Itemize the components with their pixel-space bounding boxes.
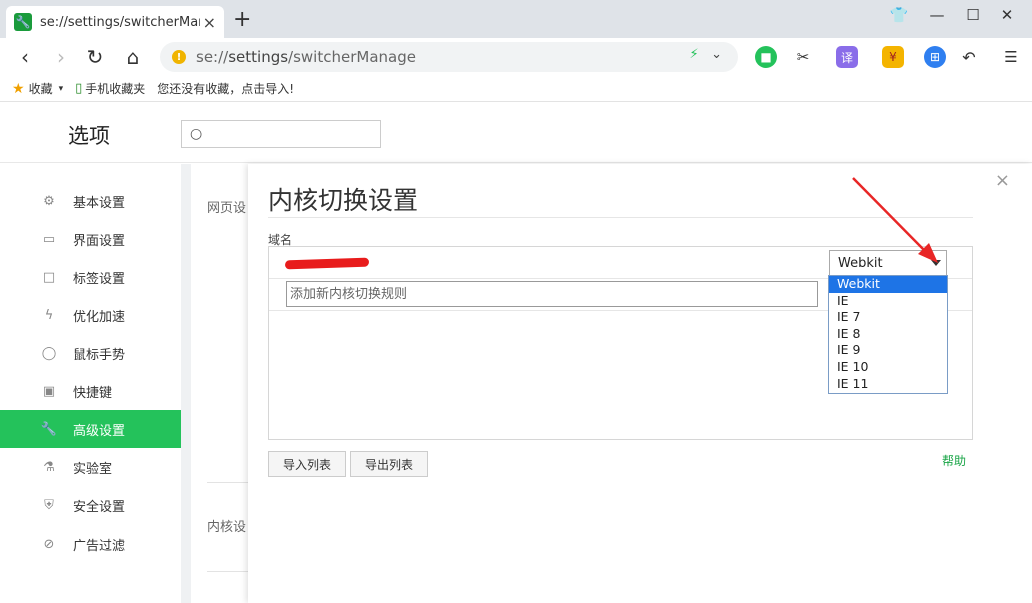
wrench-favicon-icon: 🔧 [14,13,32,31]
apps-grid-icon[interactable]: ⊞ [924,46,946,68]
mouse-icon: ◯ [41,345,57,361]
browser-tab[interactable]: 🔧 se://settings/switcherManage × [6,6,224,38]
sidebar-item-advanced[interactable]: 🔧 高级设置 [0,410,181,448]
new-tab-button[interactable]: + [233,9,251,31]
page-title: 选项 [68,124,110,148]
title-divider [268,217,973,218]
divider [207,571,252,572]
sidebar-item-shortcuts[interactable]: ▣ 快捷键 [0,372,181,410]
lightning-icon: ϟ [44,307,54,323]
sidebar-item-tabs[interactable]: □ 标签设置 [0,258,181,296]
address-bar[interactable]: ! se://settings/switcherManage ⚡ ⌄ [160,42,738,72]
flask-icon: ⚗ [43,459,55,475]
undo-icon[interactable]: ↶ [958,46,980,68]
engine-dropdown-list: Webkit IE IE 7 IE 8 IE 9 IE 10 IE 11 [828,275,948,394]
engine-option[interactable]: IE [829,293,947,310]
star-icon: ★ [12,80,25,97]
search-input[interactable]: ○ [181,120,381,148]
caret-down-icon [931,260,941,266]
tab-close-icon[interactable]: × [203,13,216,32]
keyboard-icon: ▣ [42,383,56,399]
engine-option[interactable]: Webkit [829,276,947,293]
translate-icon[interactable]: 译 [836,46,858,68]
kernel-switch-dialog: × 内核切换设置 域名 Webkit Webkit IE IE 7 IE 8 I… [248,164,1032,603]
engine-option[interactable]: IE 10 [829,359,947,376]
content-gutter [181,164,191,603]
toolbar: ‹ › ↻ ⌂ ! se://settings/switcherManage ⚡… [0,38,1032,76]
tab-strip: 🔧 se://settings/switcherManage × + 👕 — ☐… [0,0,1032,38]
menu-icon[interactable]: ☰ [1000,46,1022,68]
extension-green-icon[interactable]: ■ [755,46,777,68]
engine-option[interactable]: IE 7 [829,309,947,326]
forward-button[interactable]: › [48,44,74,70]
url-text[interactable]: se://settings/switcherManage [196,48,416,66]
export-list-button[interactable]: 导出列表 [350,451,428,477]
engine-option[interactable]: IE 8 [829,326,947,343]
sidebar-item-interface[interactable]: ▭ 界面设置 [0,220,181,258]
shirt-icon[interactable]: 👕 [884,6,914,24]
section-label-web: 网页设 [207,201,247,216]
settings-header: 选项 ○ [0,103,1032,163]
chevron-down-icon[interactable]: ⌄ [711,47,722,62]
wrench-icon: 🔧 [40,421,58,437]
import-list-button[interactable]: 导入列表 [268,451,346,477]
redacted-domain [284,257,370,270]
tab-icon: □ [42,269,56,285]
settings-sidebar: ⚙ 基本设置 ▭ 界面设置 □ 标签设置 ϟ 优化加速 ◯ 鼠标手势 ▣ 快捷键 🔧 高级设置… [0,164,181,603]
section-label-kernel: 内核设 [207,520,247,535]
close-window-button[interactable]: ✕ [992,6,1022,24]
sidebar-item-basic[interactable]: ⚙ 基本设置 [0,182,181,220]
sidebar-item-lab[interactable]: ⚗ 实验室 [0,448,181,486]
shield-icon: ⛨ [44,497,54,513]
warning-icon[interactable]: ! [172,50,186,64]
scissors-icon[interactable]: ✂ [792,46,814,68]
help-link[interactable]: 帮助 [942,452,966,469]
home-button[interactable]: ⌂ [120,44,146,70]
block-icon: ⊘ [43,536,55,552]
dialog-close-icon[interactable]: × [995,170,1010,191]
favorites-menu[interactable]: ★ 收藏 ▾ [12,80,63,97]
engine-select[interactable]: Webkit [829,250,947,276]
bookmarks-bar: ★ 收藏 ▾ ▯ 手机收藏夹 您还没有收藏，点击导入! [0,76,1032,102]
import-bookmarks-hint[interactable]: 您还没有收藏，点击导入! [157,80,294,97]
mobile-favorites[interactable]: ▯ 手机收藏夹 [75,80,145,97]
caret-down-icon: ▾ [58,83,64,94]
coupon-icon[interactable]: ¥ [882,46,904,68]
reload-button[interactable]: ↻ [82,44,108,70]
address-actions[interactable]: ⚡ ⌄ [690,47,722,62]
add-rule-input[interactable] [286,281,818,307]
sidebar-item-security[interactable]: ⛨ 安全设置 [0,486,181,524]
sidebar-item-adblock[interactable]: ⊘ 广告过滤 [0,525,181,563]
divider [207,482,252,483]
dialog-title: 内核切换设置 [268,186,419,215]
phone-icon: ▯ [75,81,83,96]
engine-option[interactable]: IE 9 [829,342,947,359]
minimize-button[interactable]: — [922,6,952,24]
window-icon: ▭ [42,231,56,247]
tab-title: se://settings/switcherManage [40,14,200,30]
sidebar-item-speed[interactable]: ϟ 优化加速 [0,296,181,334]
sidebar-item-mouse[interactable]: ◯ 鼠标手势 [0,334,181,372]
bolt-icon[interactable]: ⚡ [690,47,699,62]
content-background [191,164,251,603]
engine-option[interactable]: IE 11 [829,376,947,393]
back-button[interactable]: ‹ [12,44,38,70]
gear-icon: ⚙ [43,193,55,209]
maximize-button[interactable]: ☐ [958,6,988,24]
search-icon: ○ [190,126,203,142]
